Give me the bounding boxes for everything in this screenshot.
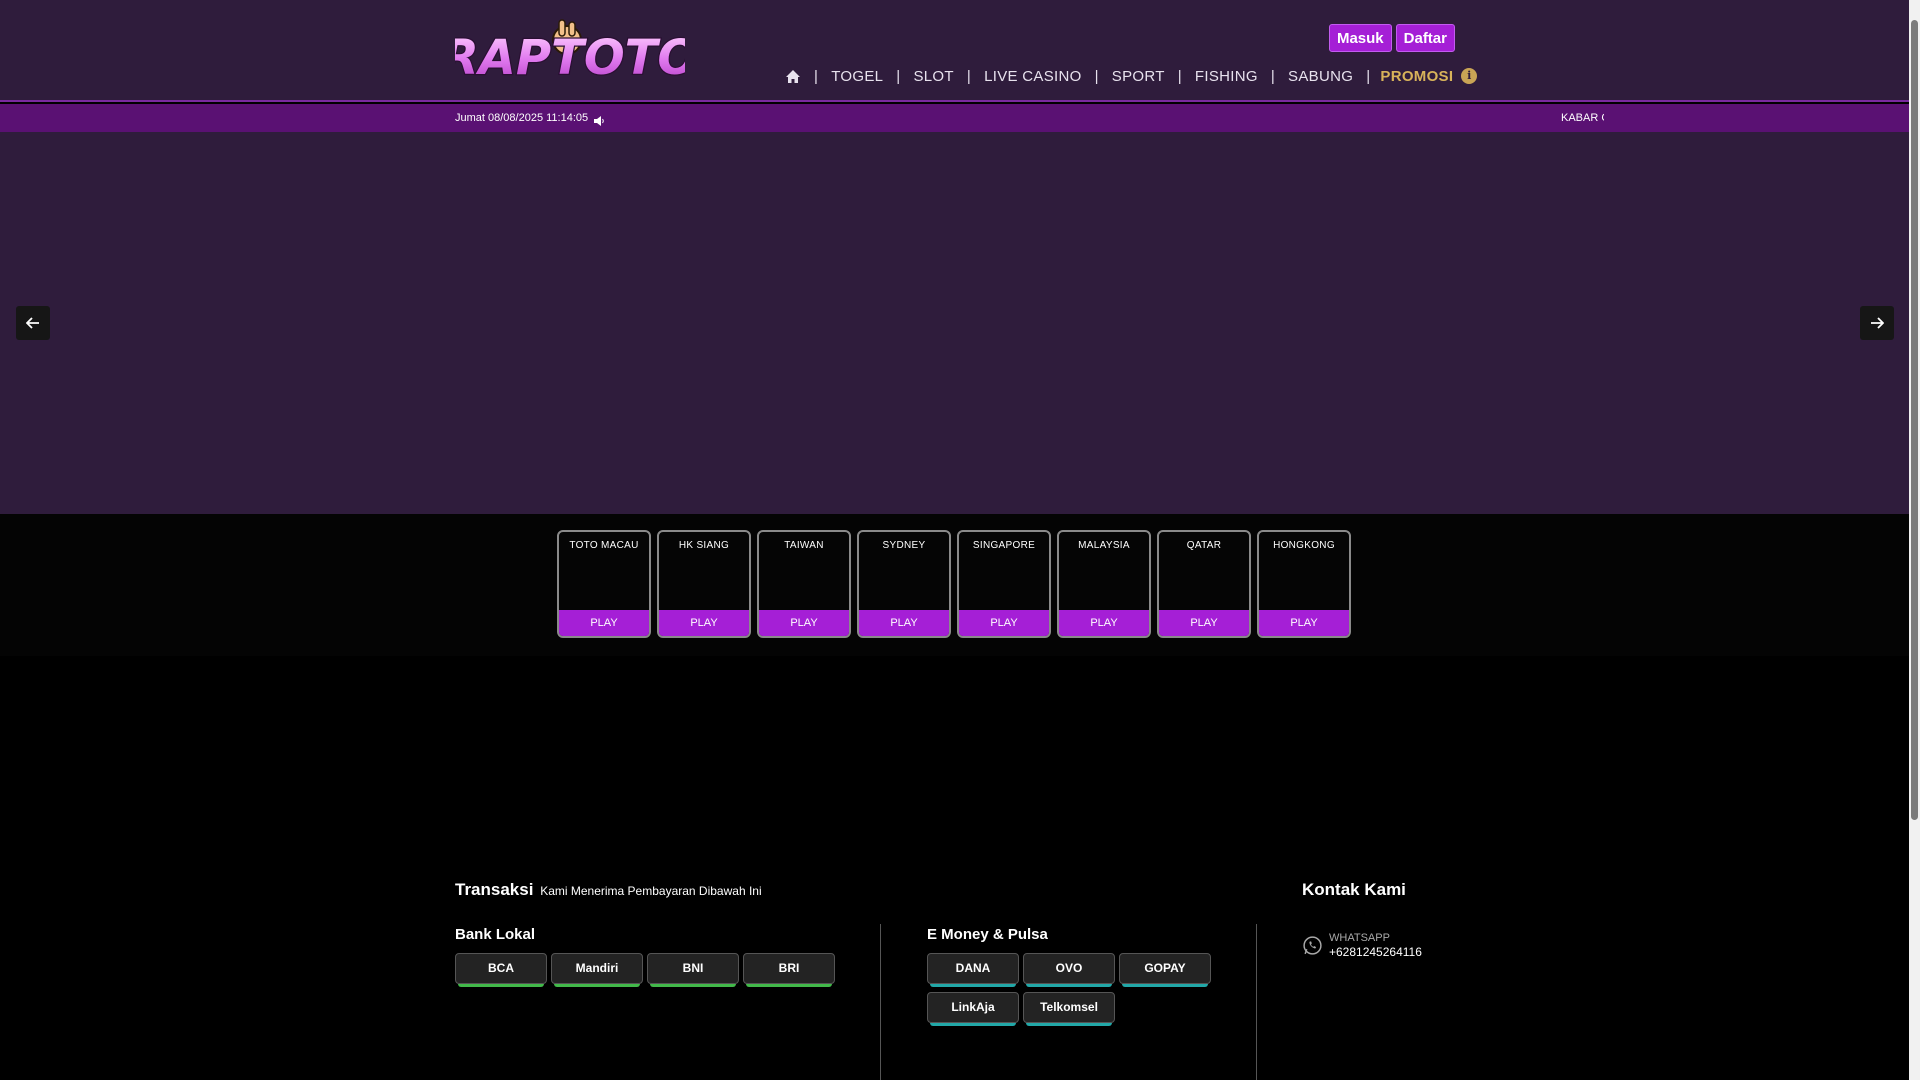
arrow-right-icon	[1870, 317, 1884, 329]
whatsapp-icon	[1302, 935, 1323, 959]
hero-slider[interactable]	[0, 132, 1909, 514]
game-card-toto-macau[interactable]: TOTO MACAU PLAY	[557, 530, 651, 638]
info-icon[interactable]: i	[1461, 68, 1478, 84]
play-button[interactable]: PLAY	[959, 610, 1049, 636]
contact-heading: Kontak Kami	[1302, 880, 1406, 899]
nav-separator: |	[1366, 67, 1371, 85]
emoney-gopay[interactable]: GOPAY	[1119, 953, 1211, 987]
slider-prev-button[interactable]	[16, 306, 50, 340]
transaksi-title: Transaksi	[455, 880, 534, 899]
emoney-linkaja[interactable]: LinkAja	[927, 992, 1019, 1026]
game-card-malaysia[interactable]: MALAYSIA PLAY	[1057, 530, 1151, 638]
game-name: TAIWAN	[784, 540, 824, 551]
nav-separator: |	[966, 67, 972, 85]
auth-buttons: Masuk Daftar	[1328, 24, 1455, 52]
nav-separator: |	[1270, 67, 1276, 85]
transaksi-heading: Transaksi Kami Menerima Pembayaran Dibaw…	[455, 880, 762, 900]
emoney-telkomsel[interactable]: Telkomsel	[1023, 992, 1115, 1026]
login-button[interactable]: Masuk	[1328, 24, 1392, 52]
transaksi-subtitle: Kami Menerima Pembayaran Dibawah Ini	[540, 884, 762, 898]
page-scrollbar[interactable]	[1909, 0, 1920, 1080]
nav-separator: |	[1094, 67, 1099, 85]
game-card-singapore[interactable]: SINGAPORE PLAY	[957, 530, 1051, 638]
game-cards: TOTO MACAU PLAY HK SIANG PLAY TAIWAN PLAY S…	[557, 530, 1351, 638]
game-name: SYDNEY	[882, 540, 926, 551]
emoney-ovo[interactable]: OVO	[1023, 953, 1115, 987]
bank-list: BCA Mandiri BNI BRI	[455, 953, 875, 987]
logo-text: RAPTOTO	[455, 30, 685, 82]
emoney-list: DANA OVO GOPAY LinkAja Telkomsel	[927, 953, 1227, 1026]
game-name: SINGAPORE	[972, 540, 1036, 551]
divider	[1256, 924, 1257, 1080]
game-card-sydney[interactable]: SYDNEY PLAY	[857, 530, 951, 638]
raptoto-logo[interactable]: RAPTOTO	[455, 18, 685, 82]
game-name: QATAR	[1186, 540, 1222, 551]
ticker-marquee: KABAR GEMBIRA	[1561, 112, 1604, 124]
divider	[880, 924, 881, 1080]
nav-sport[interactable]: SPORT	[1112, 68, 1165, 85]
site-header: RAPTOTO Masuk Daftar | TOGEL | SLOT | LI…	[0, 0, 1909, 102]
play-button[interactable]: PLAY	[659, 610, 749, 636]
slider-next-button[interactable]	[1860, 306, 1894, 340]
play-button[interactable]: PLAY	[759, 610, 849, 636]
nav-separator: |	[814, 67, 819, 85]
nav-live-casino[interactable]: LIVE CASINO	[984, 68, 1082, 85]
main-nav: | TOGEL | SLOT | LIVE CASINO | SPORT | F…	[785, 66, 1478, 86]
nav-separator: |	[1177, 67, 1182, 85]
nav-separator: |	[896, 67, 901, 85]
nav-promosi[interactable]: PROMOSI	[1380, 68, 1453, 85]
home-icon[interactable]	[785, 69, 801, 84]
game-name: MALAYSIA	[1078, 540, 1130, 551]
bank-lokal-heading: Bank Lokal	[455, 926, 536, 943]
nav-togel[interactable]: TOGEL	[831, 68, 883, 85]
emoney-heading: E Money & Pulsa	[927, 926, 1048, 943]
play-button[interactable]: PLAY	[1159, 610, 1249, 636]
play-button[interactable]: PLAY	[859, 610, 949, 636]
game-card-hk-siang[interactable]: HK SIANG PLAY	[657, 530, 751, 638]
whatsapp-label: WHATSAPP	[1329, 932, 1390, 944]
whatsapp-number[interactable]: +6281245264116	[1329, 945, 1422, 959]
nav-fishing[interactable]: FISHING	[1195, 68, 1258, 85]
current-datetime: Jumat 08/08/2025 11:14:05	[455, 112, 589, 124]
scrollbar-thumb[interactable]	[1911, 20, 1918, 820]
game-name: HK SIANG	[678, 540, 730, 551]
lottery-games-section: TOTO MACAU PLAY HK SIANG PLAY TAIWAN PLAY S…	[0, 514, 1909, 656]
game-card-qatar[interactable]: QATAR PLAY	[1157, 530, 1251, 638]
game-card-hongkong[interactable]: HONGKONG PLAY	[1257, 530, 1351, 638]
game-name: TOTO MACAU	[569, 540, 639, 551]
play-button[interactable]: PLAY	[1059, 610, 1149, 636]
site-footer: Transaksi Kami Menerima Pembayaran Dibaw…	[0, 656, 1909, 1080]
emoney-dana[interactable]: DANA	[927, 953, 1019, 987]
speaker-icon	[593, 113, 605, 126]
play-button[interactable]: PLAY	[1259, 610, 1349, 636]
bank-bri[interactable]: BRI	[743, 953, 835, 987]
bank-bca[interactable]: BCA	[455, 953, 547, 987]
news-ticker: Jumat 08/08/2025 11:14:05 KABAR GEMBIRA	[0, 104, 1909, 132]
register-button[interactable]: Daftar	[1395, 24, 1455, 52]
arrow-left-icon	[26, 317, 40, 329]
bank-mandiri[interactable]: Mandiri	[551, 953, 643, 987]
nav-sabung[interactable]: SABUNG	[1288, 68, 1353, 85]
bank-bni[interactable]: BNI	[647, 953, 739, 987]
whatsapp-contact[interactable]: WHATSAPP +6281245264116	[1302, 932, 1422, 959]
play-button[interactable]: PLAY	[559, 610, 649, 636]
game-name: HONGKONG	[1273, 540, 1335, 551]
nav-slot[interactable]: SLOT	[913, 68, 953, 85]
game-card-taiwan[interactable]: TAIWAN PLAY	[757, 530, 851, 638]
